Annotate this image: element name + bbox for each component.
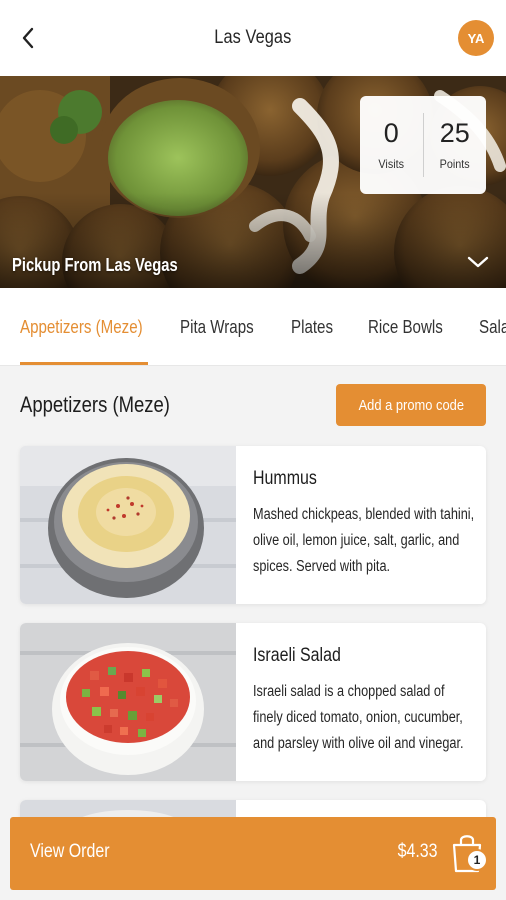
hummus-image [20,446,236,604]
visits-value: 0 [383,117,399,148]
chevron-down-icon [467,256,489,268]
promo-button-label: Add a promo code [358,396,464,414]
app-header: Las Vegas YA [0,0,506,76]
item-name: Israeli Salad [253,645,341,666]
order-total: $4.33 [398,841,438,862]
user-avatar[interactable]: YA [458,20,494,56]
tab-label: Pita Wraps [180,316,254,337]
tab-appetizers[interactable]: Appetizers (Meze) [20,288,166,365]
tab-salads[interactable]: Salads [479,288,506,365]
location-hero: 0 Visits 25 Points Pickup From Las Vegas [0,76,506,288]
menu-item-card[interactable]: Hummus Mashed chickpeas, blended with ta… [20,446,486,604]
pickup-location-label: Pickup From Las Vegas [12,255,178,275]
back-button[interactable] [14,22,42,54]
section-title: Appetizers (Meze) [20,392,170,417]
category-tabs: Appetizers (Meze) Pita Wraps Plates Rice… [0,288,506,366]
menu-item-card[interactable]: Israeli Salad Israeli salad is a chopped… [20,623,486,781]
chevron-left-icon [22,27,34,49]
view-order-label: View Order [30,841,110,862]
israeli-salad-image [20,623,236,781]
expand-location-button[interactable] [466,254,490,270]
tab-label: Rice Bowls [368,316,443,337]
points-stat: 25 Points [424,108,487,182]
tab-pita-wraps[interactable]: Pita Wraps [180,288,268,365]
page-title: Las Vegas [214,27,292,48]
tab-rice-bowls[interactable]: Rice Bowls [368,288,457,365]
points-value: 25 [439,117,470,148]
tab-label: Appetizers (Meze) [20,316,143,337]
visits-label: Visits [378,156,405,171]
tab-label: Salads [479,316,506,337]
add-promo-code-button[interactable]: Add a promo code [336,384,486,426]
tab-plates[interactable]: Plates [291,288,341,365]
tab-label: Plates [291,316,334,337]
item-name: Hummus [253,468,317,489]
loyalty-stats-card: 0 Visits 25 Points [360,96,486,194]
view-order-button[interactable]: View Order $4.33 1 [10,817,496,890]
description-fade [250,751,486,781]
active-tab-indicator [20,362,148,365]
description-fade [250,574,486,604]
cart-count-badge: 1 [466,849,488,871]
points-label: Points [439,156,470,171]
visits-stat: 0 Visits [360,108,423,182]
